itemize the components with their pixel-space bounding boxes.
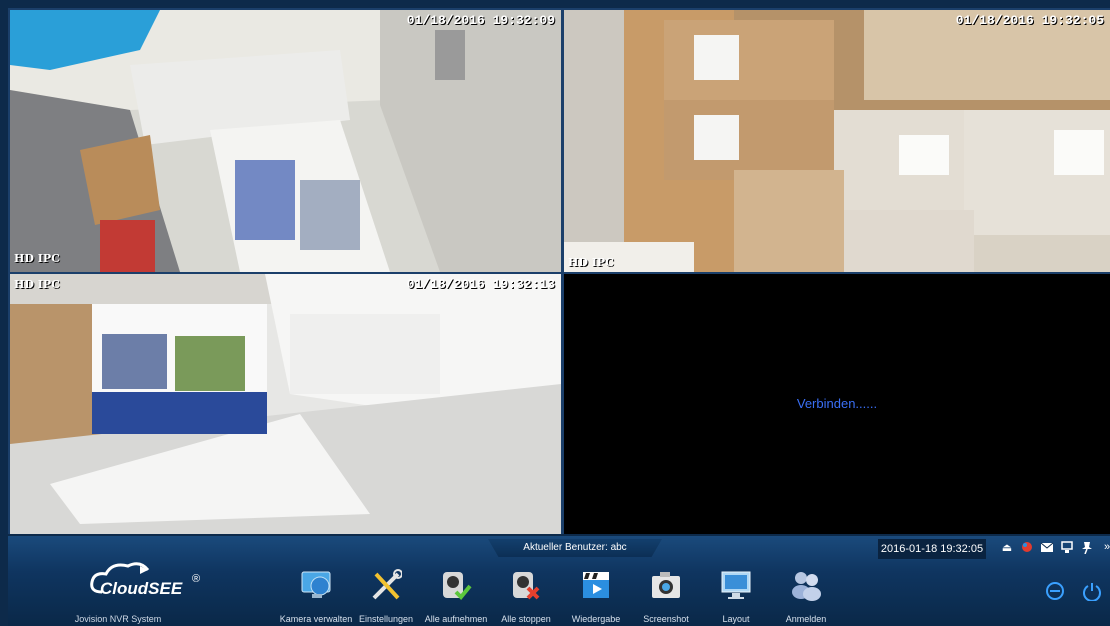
camera-2-scene: [564, 10, 1110, 272]
camera-view-1[interactable]: 01/18/2016 19:32:09 HD IPC: [10, 10, 561, 272]
power-icon: [1083, 583, 1101, 602]
screenshot-camera-icon: [652, 572, 680, 598]
minimize-button[interactable]: [1045, 581, 1065, 601]
camera-record-icon: [443, 572, 472, 600]
bottom-control-bar: Aktueller Benutzer: abc 2016-01-18 19:32…: [8, 536, 1110, 626]
camera-2-timestamp: 01/18/2016 19:32:05: [955, 13, 1104, 28]
minus-circle-icon: [1046, 582, 1064, 600]
camera-3-tag: HD IPC: [14, 278, 60, 291]
eject-icon[interactable]: ⏏: [1000, 540, 1014, 554]
mail-icon[interactable]: [1040, 540, 1054, 554]
app-name: Jovision NVR System: [74, 614, 162, 624]
screenshot-button[interactable]: Screenshot: [633, 568, 699, 626]
system-tray: ⏏ »: [1000, 540, 1110, 556]
login-label: Anmelden: [785, 614, 827, 624]
camera-1-timestamp: 01/18/2016 19:32:09: [406, 13, 555, 28]
system-datetime: 2016-01-18 19:32:05: [878, 539, 986, 559]
expand-icon[interactable]: »: [1100, 540, 1110, 554]
monitor-globe-icon: [301, 571, 331, 598]
cloudsee-logo: CloudSEE ®: [88, 560, 208, 600]
registered-mark: ®: [192, 573, 200, 585]
camera-1-scene: [10, 10, 561, 272]
logo-text: CloudSEE: [100, 579, 183, 598]
camera-1-tag: HD IPC: [14, 252, 60, 265]
playback-button[interactable]: Wiedergabe: [563, 568, 629, 626]
record-all-button[interactable]: Alle aufnehmen: [423, 568, 489, 626]
camera-3-timestamp: 01/18/2016 19:32:13: [406, 277, 555, 292]
layout-monitor-icon: [721, 571, 751, 599]
pin-icon[interactable]: [1080, 540, 1094, 554]
stop-all-button[interactable]: Alle stoppen: [493, 568, 559, 626]
power-button[interactable]: [1082, 581, 1102, 602]
video-grid: 01/18/2016 19:32:09 HD IPC 01/18/2016 19…: [8, 8, 1110, 534]
users-icon: [792, 572, 821, 601]
camera-view-4[interactable]: Verbinden......: [564, 274, 1110, 534]
camera-stop-icon: [513, 572, 540, 600]
camera-view-2[interactable]: 01/18/2016 19:32:05 HD IPC: [564, 10, 1110, 272]
layout-button[interactable]: Layout: [703, 568, 769, 626]
network-icon[interactable]: [1060, 540, 1074, 554]
current-user-label: Aktueller Benutzer: abc: [488, 539, 662, 557]
camera-2-tag: HD IPC: [568, 256, 614, 269]
playback-icon: [583, 572, 609, 598]
connecting-status: Verbinden......: [796, 396, 878, 411]
settings-button[interactable]: Einstellungen: [353, 568, 419, 626]
camera-view-3[interactable]: 01/18/2016 19:32:13 HD IPC: [10, 274, 561, 534]
manage-cameras-button[interactable]: Kamera verwalten: [280, 568, 352, 626]
tools-icon: [372, 569, 402, 600]
login-button[interactable]: Anmelden: [773, 568, 839, 626]
camera-3-scene: [10, 274, 561, 534]
alarm-icon[interactable]: [1020, 540, 1034, 554]
